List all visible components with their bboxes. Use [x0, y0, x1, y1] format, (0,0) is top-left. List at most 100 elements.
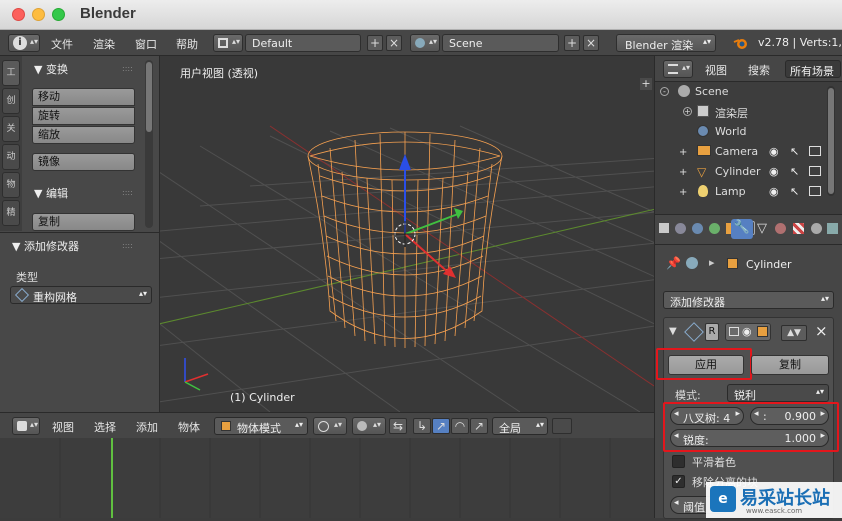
- z-manipulator-arrow[interactable]: [399, 154, 411, 170]
- apply-button[interactable]: 应用: [668, 355, 744, 375]
- viewport-toggle-eye-icon[interactable]: ◉: [742, 325, 752, 338]
- y-manipulator-arrow[interactable]: [454, 208, 463, 219]
- outliner-item-cylinder[interactable]: Cylinder: [715, 165, 761, 178]
- move-button[interactable]: 移动: [32, 88, 135, 106]
- modifier-name-field[interactable]: R: [705, 323, 719, 341]
- texture-tab-icon[interactable]: [793, 223, 804, 234]
- rotate-manipulator-icon[interactable]: ◠: [451, 418, 469, 434]
- edit-panel-header[interactable]: ▼ 编辑: [34, 185, 68, 201]
- scene-tab-icon[interactable]: [692, 223, 703, 234]
- collapse-toggle[interactable]: -: [660, 87, 669, 96]
- sidebar-toggle-icon[interactable]: +: [640, 78, 652, 90]
- outliner-item-scene[interactable]: Scene: [695, 85, 729, 98]
- outliner-item-renderlayers[interactable]: 渲染层: [715, 105, 748, 121]
- modifier-type-select[interactable]: 重构网格 ▴▾: [10, 286, 152, 304]
- modifier-display-toggles[interactable]: ◉: [725, 323, 771, 341]
- render-toggle-icon[interactable]: [729, 327, 739, 336]
- tool-shelf-scrollbar[interactable]: [145, 60, 153, 228]
- editmode-toggle-icon[interactable]: [757, 326, 768, 337]
- duplicate-button[interactable]: 复制: [32, 213, 135, 231]
- manipulator-toggle[interactable]: ⇆: [389, 418, 407, 434]
- outliner-item-lamp[interactable]: Lamp: [715, 185, 746, 198]
- render-camera-icon[interactable]: [809, 166, 821, 176]
- increment-arrow-icon[interactable]: ▸: [735, 409, 740, 419]
- rotate-button[interactable]: 旋转: [32, 107, 135, 125]
- decrement-arrow-icon[interactable]: ◂: [674, 498, 679, 508]
- tab-animation[interactable]: 动: [2, 144, 20, 170]
- tab-tools[interactable]: 工: [2, 60, 20, 86]
- tab-create[interactable]: 创: [2, 88, 20, 114]
- increment-arrow-icon[interactable]: ▸: [820, 431, 825, 441]
- add-modifier-panel-header[interactable]: ▼ 添加修改器: [12, 238, 79, 254]
- layers-tab-icon[interactable]: [675, 223, 686, 234]
- outliner-item-camera[interactable]: Camera: [715, 145, 758, 158]
- decrement-arrow-icon[interactable]: ◂: [754, 409, 759, 419]
- copy-modifier-button[interactable]: 复制: [751, 355, 829, 375]
- add-scene-button[interactable]: +: [564, 35, 580, 51]
- viewport-canvas[interactable]: [160, 56, 654, 412]
- editor-type-button[interactable]: ▴▾: [12, 417, 40, 435]
- render-camera-icon[interactable]: [809, 146, 821, 156]
- scene-field[interactable]: Scene: [442, 34, 559, 52]
- pivot-point-select[interactable]: ▴▾: [352, 417, 386, 435]
- mode-select[interactable]: 物体模式 ▴▾: [214, 417, 308, 435]
- scale-manipulator-icon[interactable]: ↗: [470, 418, 488, 434]
- outliner-editor-type[interactable]: ▴▾: [663, 60, 693, 78]
- menu-add[interactable]: 添加: [136, 419, 158, 435]
- expand-toggle[interactable]: +: [679, 167, 687, 178]
- render-tab-icon[interactable]: [659, 223, 669, 233]
- modifier-collapse-icon[interactable]: ▼: [669, 326, 677, 337]
- selectable-cursor-icon[interactable]: ↖: [790, 165, 799, 178]
- add-screen-button[interactable]: +: [367, 35, 383, 51]
- increment-arrow-icon[interactable]: ▸: [820, 409, 825, 419]
- octree-depth-field[interactable]: ◂ 八叉树: 4 ▸: [670, 407, 744, 425]
- render-camera-icon[interactable]: [809, 186, 821, 196]
- close-icon[interactable]: ×: [815, 322, 828, 340]
- close-window-button[interactable]: [12, 8, 25, 21]
- outliner-item-world[interactable]: World: [715, 125, 747, 138]
- remove-disconnected-checkbox[interactable]: ✓: [672, 475, 685, 488]
- screen-layout-browse[interactable]: ▴▾: [213, 34, 243, 52]
- drag-handle-icon[interactable]: ::::: [122, 188, 133, 197]
- transform-orientation-select[interactable]: 全局 ▴▾: [492, 417, 548, 435]
- world-tab-icon[interactable]: [709, 223, 720, 234]
- transform-panel-header[interactable]: ▼ 变换: [34, 61, 68, 77]
- menu-render[interactable]: 渲染: [93, 36, 115, 52]
- smooth-shading-checkbox[interactable]: [672, 455, 685, 468]
- particles-tab-icon[interactable]: [811, 223, 822, 234]
- visibility-eye-icon[interactable]: ◉: [769, 185, 779, 198]
- remesh-mode-select[interactable]: 锐利 ▴▾: [727, 384, 829, 402]
- mirror-button[interactable]: 镜像: [32, 153, 135, 171]
- remove-screen-button[interactable]: ×: [386, 35, 402, 51]
- scale-field[interactable]: ◂ : 0.900 ▸: [750, 407, 829, 425]
- decrement-arrow-icon[interactable]: ◂: [674, 409, 679, 419]
- layer-buttons[interactable]: [552, 418, 572, 434]
- display-mode-select[interactable]: 所有场景: [785, 60, 841, 78]
- menu-file[interactable]: 文件: [51, 36, 73, 52]
- editor-type-button[interactable]: i ▴▾: [8, 34, 40, 52]
- scrollbar-thumb[interactable]: [146, 62, 152, 132]
- physics-tab-icon[interactable]: [827, 223, 838, 234]
- expand-toggle[interactable]: +: [679, 187, 687, 198]
- translate-manipulator-icon[interactable]: ↗: [432, 418, 450, 434]
- menu-help[interactable]: 帮助: [176, 36, 198, 52]
- manipulator-icon[interactable]: ↳: [413, 418, 431, 434]
- scene-browse[interactable]: ▴▾: [410, 34, 440, 52]
- selectable-cursor-icon[interactable]: ↖: [790, 145, 799, 158]
- tab-physics[interactable]: 物: [2, 172, 20, 198]
- menu-view[interactable]: 视图: [52, 419, 74, 435]
- outliner-scrollbar[interactable]: [827, 86, 835, 196]
- minimize-window-button[interactable]: [32, 8, 45, 21]
- menu-window[interactable]: 窗口: [135, 36, 157, 52]
- outliner-menu-view[interactable]: 视图: [705, 62, 727, 78]
- expand-toggle[interactable]: +: [679, 147, 687, 158]
- decrement-arrow-icon[interactable]: ◂: [674, 431, 679, 441]
- sharpness-field[interactable]: ◂ 锐度: 1.000 ▸: [670, 429, 829, 447]
- selectable-cursor-icon[interactable]: ↖: [790, 185, 799, 198]
- scrollbar-thumb[interactable]: [828, 88, 834, 194]
- visibility-eye-icon[interactable]: ◉: [769, 165, 779, 178]
- scale-button[interactable]: 缩放: [32, 126, 135, 144]
- visibility-eye-icon[interactable]: ◉: [769, 145, 779, 158]
- pin-icon[interactable]: 📌: [666, 256, 681, 270]
- timeline-area[interactable]: [0, 438, 654, 518]
